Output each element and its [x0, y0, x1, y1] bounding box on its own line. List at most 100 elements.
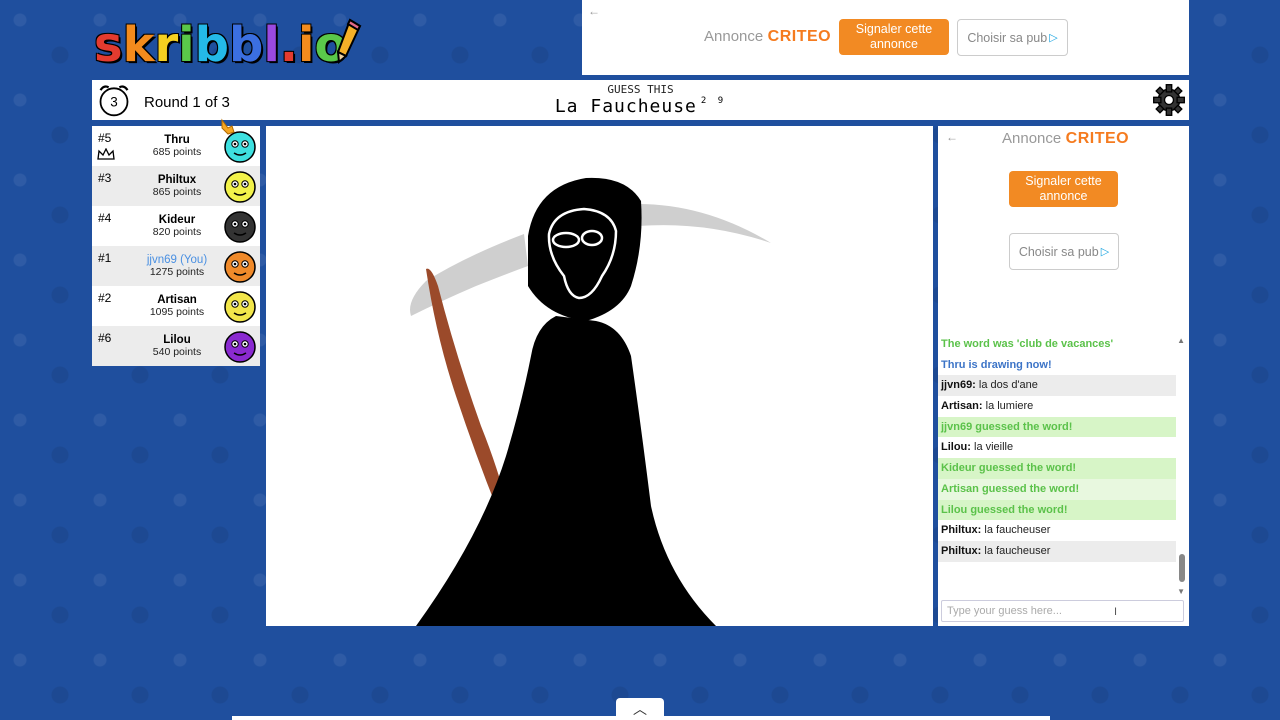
chat-scrollbar-thumb[interactable] [1179, 554, 1185, 582]
player-row[interactable]: #4 Kideur 820 points [92, 206, 260, 246]
player-avatar [224, 211, 256, 243]
player-row[interactable]: #5 Thru 685 points [92, 118, 260, 166]
player-rank: #2 [98, 291, 112, 305]
side-ad-banner: ← Annonce CRITEO Signaler cette annonce … [938, 126, 1189, 334]
chat-message: The word was 'club de vacances' [941, 338, 1114, 350]
player-row[interactable]: #1 jjvn69 (You) 1275 points [92, 246, 260, 286]
drawing-canvas[interactable] [266, 126, 933, 626]
word-text: La Faucheuse [554, 96, 697, 117]
gear-icon[interactable] [1151, 82, 1187, 118]
player-rank: #3 [98, 171, 112, 185]
chat-message: jjvn69 guessed the word! [938, 416, 1176, 438]
choose-ad-label: Choisir sa pub [967, 30, 1048, 45]
guess-this-label: GUESS THIS [607, 83, 674, 96]
chat-author: Philtux: [941, 524, 982, 537]
player-avatar [224, 251, 256, 283]
logo-letter: . [279, 17, 299, 73]
choose-ad-button[interactable]: Choisir sa pub ▷ [957, 19, 1068, 56]
chat-message: jjvn69: la dos d'ane [938, 375, 1176, 397]
word-display: La Faucheuse 2 9 [92, 96, 1189, 117]
reaper-hood [528, 177, 642, 321]
side-ad-back-arrow-icon[interactable]: ← [946, 130, 958, 144]
scroll-up-arrow-icon[interactable]: ▲ [1177, 336, 1185, 345]
skribbl-logo: skribbl.io [94, 16, 364, 74]
chat-messages: The word was 'club de vacances' Thru is d… [938, 334, 1189, 562]
player-points: 865 points [152, 186, 202, 198]
drawing-hand-icon [221, 118, 235, 135]
logo-letter: i [178, 17, 195, 73]
word-lengths: 2 9 [700, 96, 727, 106]
chat-message: Philtux: la faucheuser [938, 520, 1176, 541]
game-header: 3 Round 1 of 3 GUESS THIS La Faucheuse 2 … [92, 80, 1189, 120]
player-points: 1095 points [149, 306, 205, 318]
side-ad-label: Annonce CRITEO [1002, 130, 1129, 148]
logo-letter: b [228, 17, 264, 73]
player-avatar [224, 291, 256, 323]
chat-message: Thru is drawing now! [941, 358, 1052, 371]
logo-letter: k [122, 17, 155, 73]
text-cursor-icon: I [1114, 606, 1118, 618]
player-row[interactable]: #2 Artisan 1095 points [92, 286, 260, 326]
player-list: #5 Thru 685 points #3 Philtux 865 points #4 K… [92, 118, 260, 366]
player-points: 1275 points [149, 266, 205, 278]
chat-panel[interactable]: The word was 'club de vacances' Thru is d… [938, 334, 1189, 598]
player-name: Kideur [158, 214, 196, 226]
chat-author: Lilou: [941, 441, 971, 454]
guess-input-container: I [938, 598, 1189, 626]
chat-author: Philtux: [941, 544, 982, 557]
ad-annonce-text: Annonce [704, 28, 764, 45]
chat-text: la lumiere [982, 400, 1034, 413]
chat-text: la vieille [970, 441, 1014, 454]
side-criteo-logo: CRITEO [1065, 130, 1130, 147]
chat-author: Artisan: [941, 400, 983, 413]
side-adchoices-icon: ▷ [1100, 246, 1110, 258]
bottom-panel-edge [232, 716, 1050, 720]
reaper-robe [416, 316, 716, 626]
chat-message: Lilou guessed the word! [938, 499, 1176, 521]
player-rank: #4 [98, 211, 112, 225]
logo-text: skribbl.io [94, 17, 347, 73]
logo-letter: l [263, 17, 280, 73]
chat-message: Artisan guessed the word! [938, 478, 1176, 500]
guess-input[interactable] [941, 600, 1184, 622]
player-name: Philtux [157, 174, 197, 186]
chat-author: jjvn69: [941, 379, 976, 392]
player-name: Artisan [157, 294, 197, 306]
report-ad-button[interactable]: Signaler cette annonce [839, 19, 949, 55]
side-choose-ad-label: Choisir sa pub [1018, 244, 1099, 259]
player-name: Lilou [163, 334, 191, 346]
chat-message: Lilou: la vieille [938, 437, 1176, 458]
logo-letter: s [94, 17, 123, 73]
side-ad-annonce-text: Annonce [1002, 130, 1062, 147]
chat-text: la faucheuser [981, 544, 1051, 557]
side-report-ad-button[interactable]: Signaler cette annonce [1009, 171, 1118, 207]
logo-letter: r [154, 17, 179, 73]
ad-label: Annonce CRITEO [704, 28, 831, 46]
criteo-logo: CRITEO [767, 28, 832, 45]
player-points: 685 points [152, 146, 202, 158]
crown-icon [97, 148, 115, 160]
logo-letter: i [298, 17, 315, 73]
top-ad-banner: ← Annonce CRITEO Signaler cette annonce … [582, 0, 1189, 75]
scroll-down-arrow-icon[interactable]: ▼ [1177, 587, 1185, 596]
pencil-icon [336, 18, 362, 65]
side-choose-ad-button[interactable]: Choisir sa pub ▷ [1009, 233, 1119, 270]
player-name: Thru [164, 134, 190, 146]
ad-back-arrow-icon[interactable]: ← [588, 4, 600, 18]
player-points: 540 points [152, 346, 202, 358]
player-row[interactable]: #6 Lilou 540 points [92, 326, 260, 366]
drawing [410, 177, 771, 626]
scythe-blade-right [638, 204, 771, 243]
player-row[interactable]: #3 Philtux 865 points [92, 166, 260, 206]
player-avatar [224, 331, 256, 363]
logo-letter: b [194, 17, 229, 73]
chat-message: Philtux: la faucheuser [938, 540, 1176, 562]
player-rank: #1 [98, 251, 112, 265]
chat-message: Artisan: la lumiere [938, 396, 1176, 417]
adchoices-icon: ▷ [1049, 32, 1058, 44]
player-rank: #6 [98, 331, 112, 345]
chat-text: la dos d'ane [975, 379, 1038, 392]
player-points: 820 points [152, 226, 202, 238]
chat-text: la faucheuser [981, 524, 1051, 537]
player-name: jjvn69 (You) [146, 254, 208, 266]
